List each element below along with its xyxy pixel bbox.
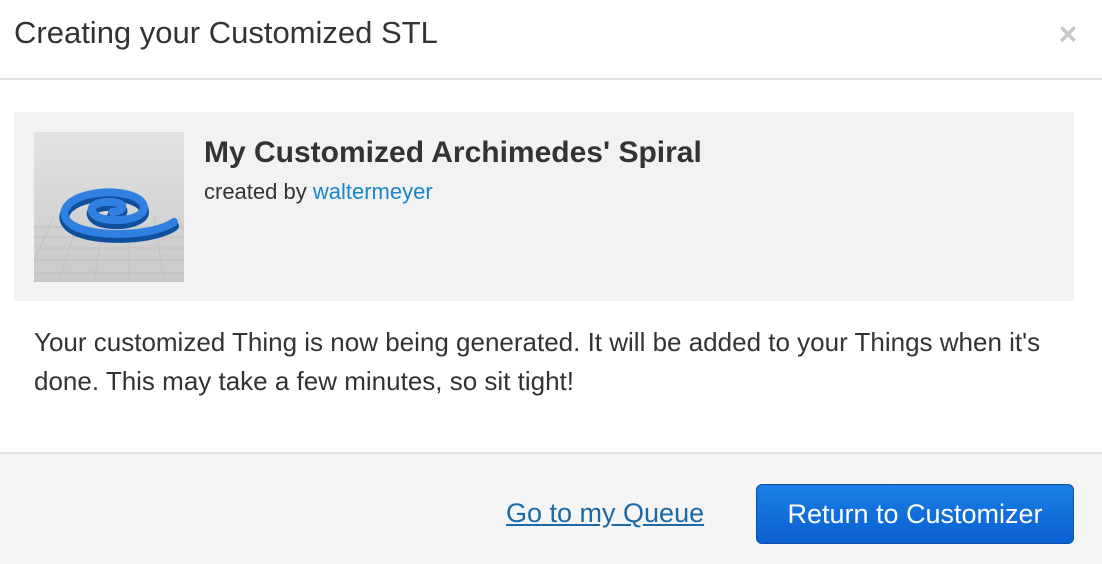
thing-thumbnail[interactable] — [34, 132, 184, 282]
customizer-dialog: Creating your Customized STL × My Custom… — [0, 0, 1102, 564]
thing-card: My Customized Archimedes' Spiral created… — [14, 112, 1074, 301]
go-to-queue-link[interactable]: Go to my Queue — [506, 496, 704, 530]
author-link[interactable]: waltermeyer — [313, 179, 433, 204]
created-by-label: created by — [204, 179, 307, 204]
thing-title: My Customized Archimedes' Spiral — [204, 136, 702, 169]
dialog-title: Creating your Customized STL — [14, 15, 438, 50]
dialog-header: Creating your Customized STL × — [0, 0, 1102, 80]
spiral-model-icon — [34, 132, 184, 282]
status-message: Your customized Thing is now being gener… — [34, 327, 1041, 396]
close-icon[interactable]: × — [1048, 14, 1088, 54]
return-to-customizer-button[interactable]: Return to Customizer — [756, 484, 1074, 544]
thing-byline: created by waltermeyer — [204, 178, 433, 206]
dialog-footer: Go to my Queue Return to Customizer — [0, 452, 1102, 564]
